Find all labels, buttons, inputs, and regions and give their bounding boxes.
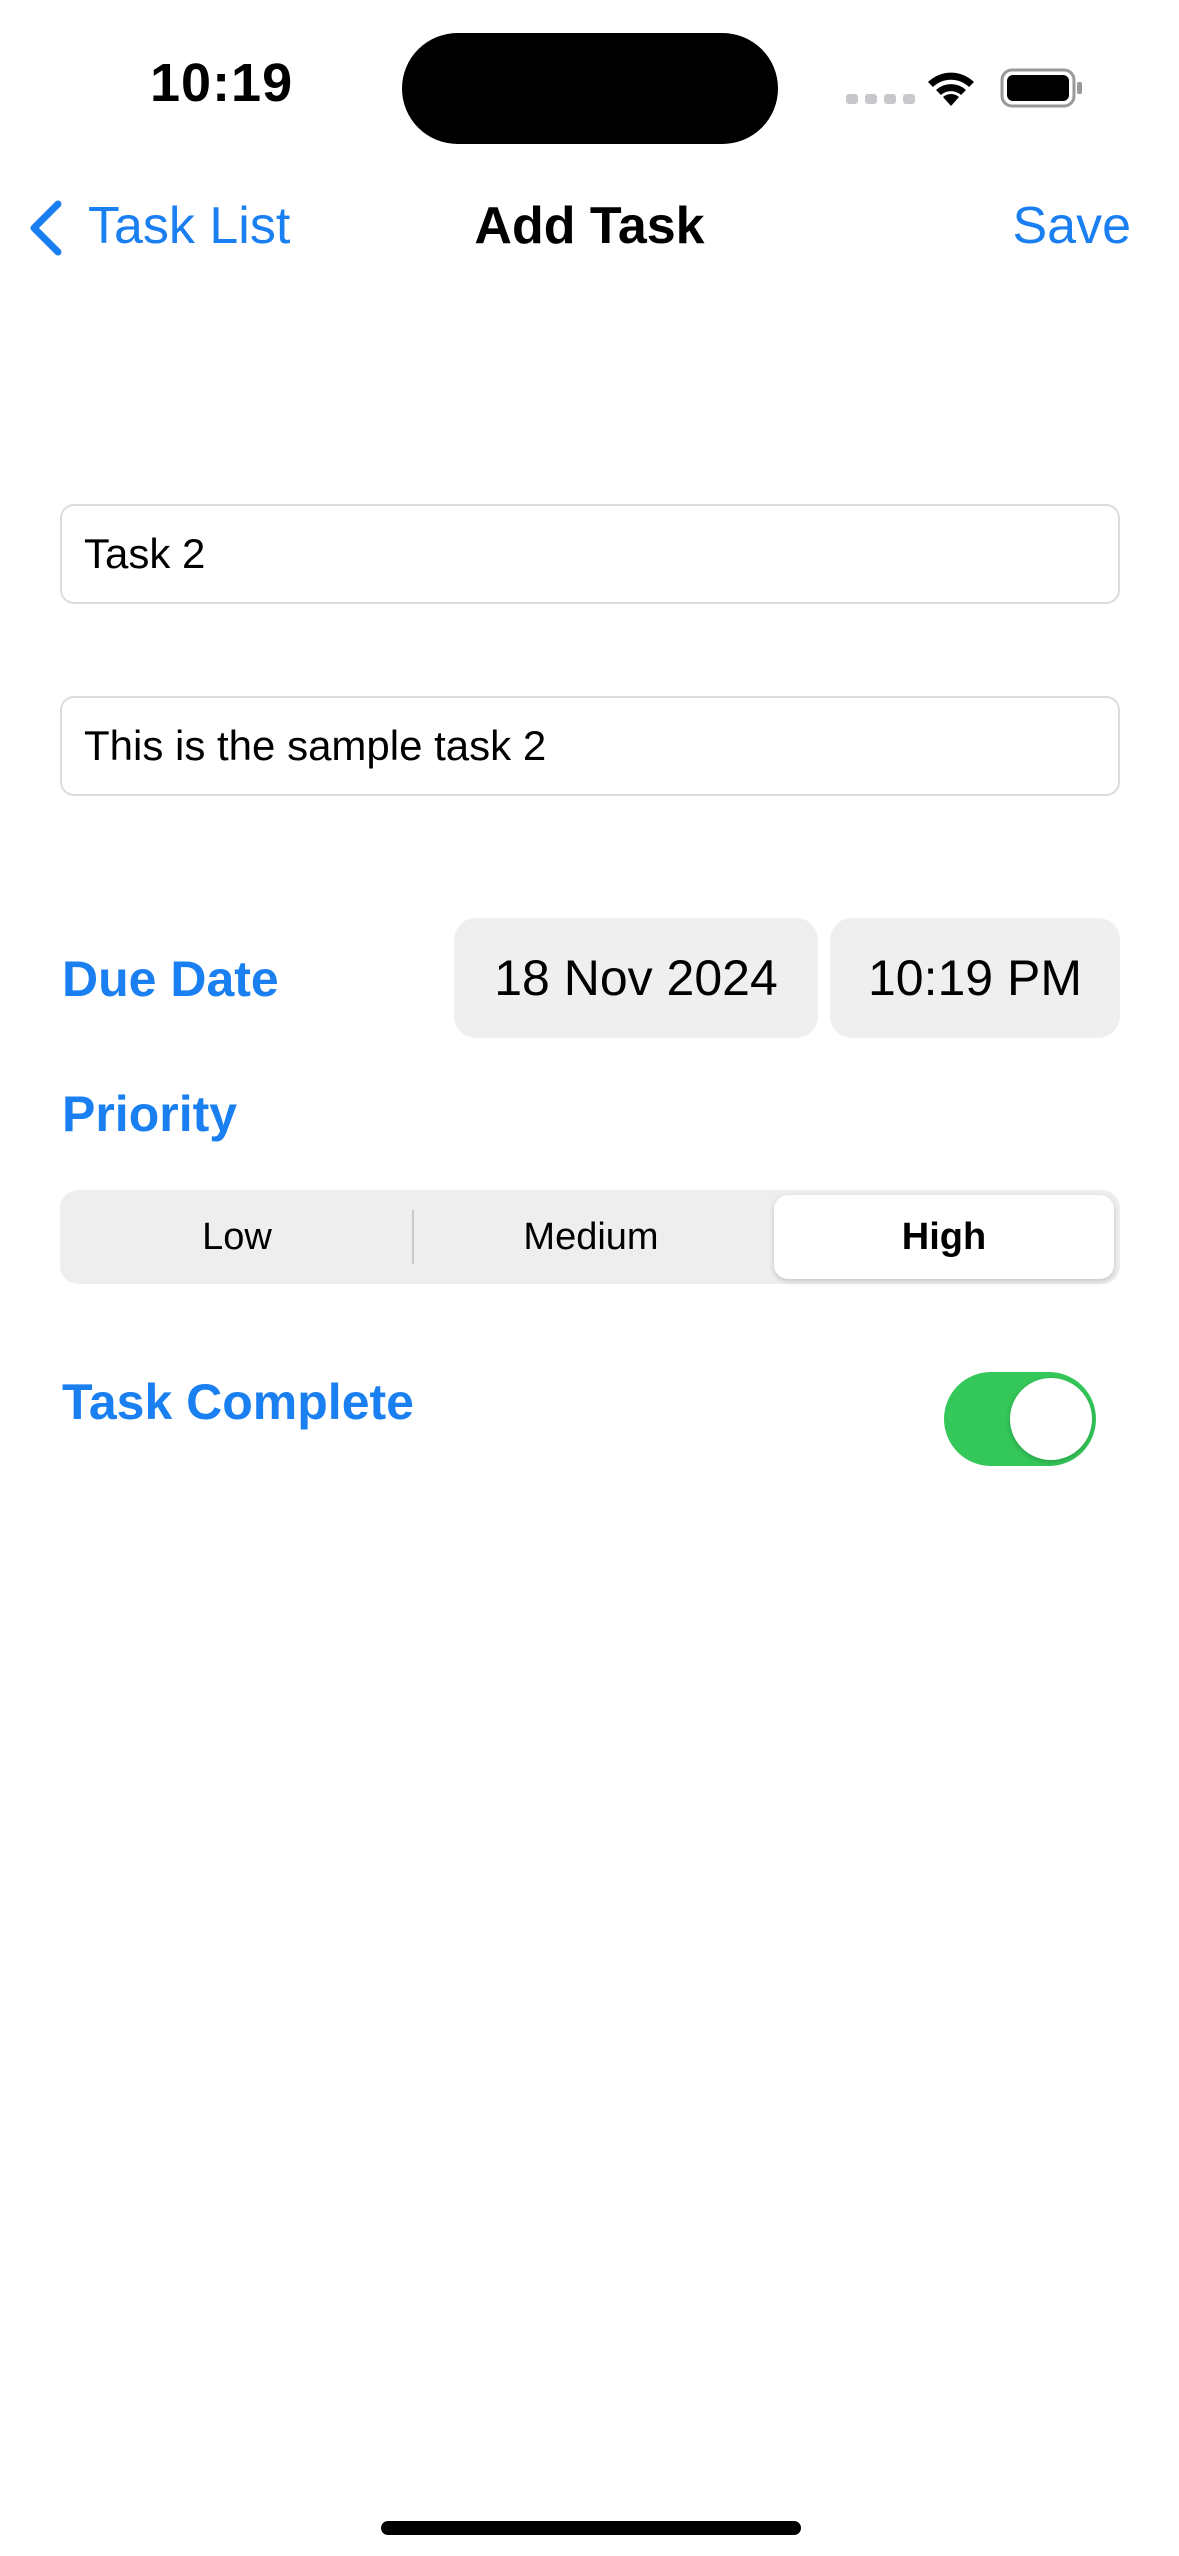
wifi-icon bbox=[928, 72, 974, 106]
page-title: Add Task bbox=[474, 197, 705, 255]
status-bar-time: 10:19 bbox=[150, 53, 294, 113]
task-complete-toggle[interactable] bbox=[944, 1372, 1096, 1466]
priority-option-medium[interactable]: Medium bbox=[414, 1190, 768, 1284]
task-description-field[interactable]: This is the sample task 2 bbox=[60, 696, 1120, 796]
task-title-field[interactable]: Task 2 bbox=[60, 504, 1120, 604]
priority-label: Priority bbox=[62, 1086, 238, 1142]
priority-segmented-control[interactable]: Low Medium High bbox=[60, 1190, 1120, 1284]
priority-option-high[interactable]: High bbox=[774, 1195, 1114, 1279]
task-complete-label: Task Complete bbox=[62, 1374, 414, 1430]
due-date-label: Due Date bbox=[62, 951, 279, 1007]
due-date-picker[interactable]: 18 Nov 2024 bbox=[454, 918, 818, 1038]
save-button[interactable]: Save bbox=[1012, 196, 1131, 256]
toggle-knob bbox=[1010, 1378, 1092, 1460]
due-time-picker[interactable]: 10:19 PM bbox=[830, 918, 1120, 1038]
cellular-signal-icon bbox=[846, 94, 915, 104]
battery-icon bbox=[1000, 68, 1082, 108]
priority-option-low[interactable]: Low bbox=[60, 1190, 414, 1284]
dynamic-island bbox=[402, 33, 778, 144]
home-indicator[interactable] bbox=[381, 2521, 801, 2535]
